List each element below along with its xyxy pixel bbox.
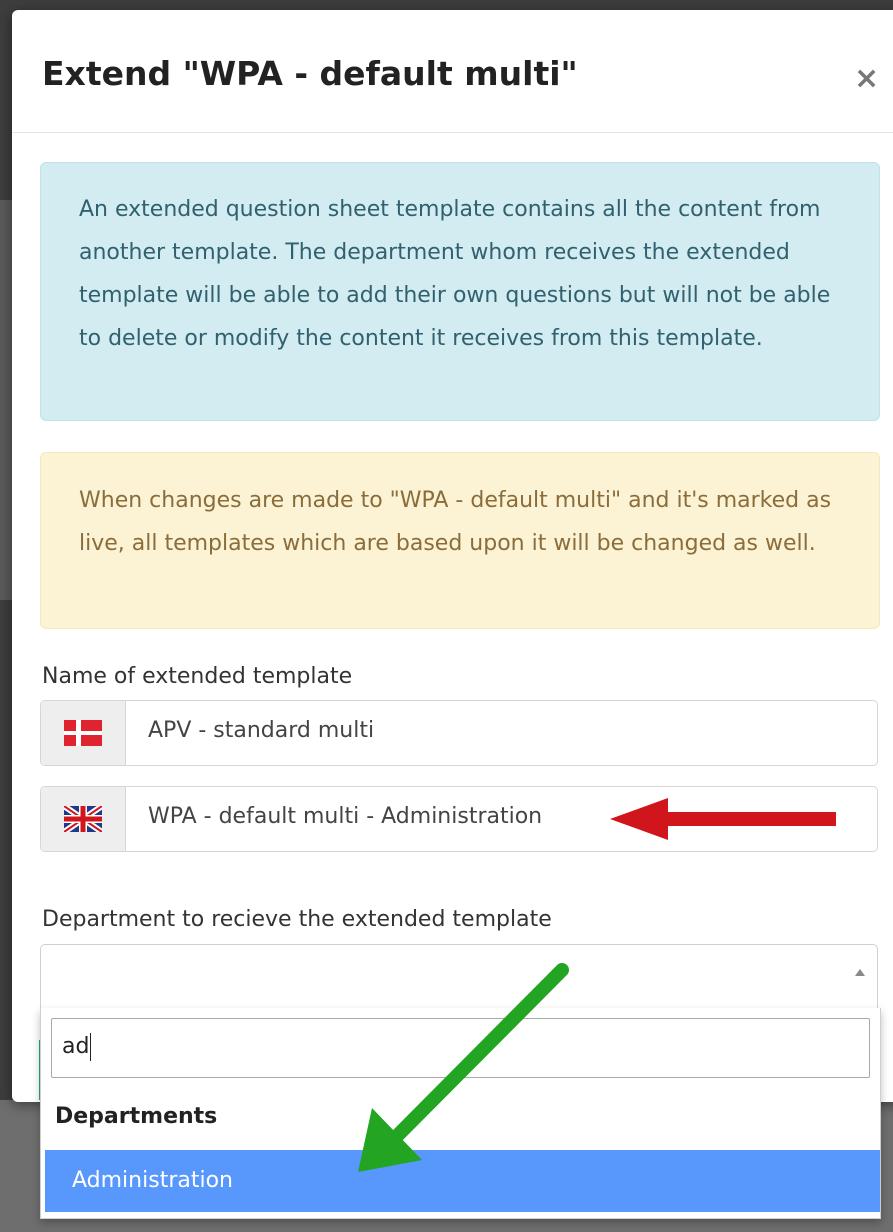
template-name-label: Name of extended template <box>42 664 353 689</box>
warning-alert: When changes are made to "WPA - default … <box>40 452 880 629</box>
template-name-input-english[interactable]: WPA - default multi - Administration <box>40 786 878 852</box>
info-alert-text: An extended question sheet template cont… <box>79 197 831 351</box>
warning-alert-text: When changes are made to "WPA - default … <box>79 488 832 556</box>
dropdown-option-label: Administration <box>72 1168 233 1193</box>
template-name-english-value[interactable]: WPA - default multi - Administration <box>148 804 542 829</box>
department-select[interactable] <box>40 944 878 1010</box>
close-button[interactable]: × <box>854 64 879 94</box>
uk-flag-icon <box>64 806 102 832</box>
modal-title: Extend "WPA - default multi" <box>42 54 578 93</box>
text-cursor <box>90 1033 91 1061</box>
danish-flag-icon <box>64 720 102 746</box>
uk-flag-addon <box>41 787 126 851</box>
dropdown-option-administration[interactable]: Administration <box>45 1150 880 1212</box>
dropdown-group-header: Departments <box>55 1104 218 1129</box>
extend-template-modal: Extend "WPA - default multi" × An extend… <box>12 10 893 1102</box>
department-search-input[interactable]: ad <box>51 1018 870 1078</box>
department-label: Department to recieve the extended templ… <box>42 907 552 932</box>
template-name-input-danish[interactable]: APV - standard multi <box>40 700 878 766</box>
danish-flag-addon <box>41 701 126 765</box>
modal-header: Extend "WPA - default multi" × <box>12 10 893 133</box>
caret-up-icon[interactable] <box>855 969 865 976</box>
info-alert: An extended question sheet template cont… <box>40 162 880 421</box>
template-name-danish-value[interactable]: APV - standard multi <box>148 718 374 743</box>
department-search-value[interactable]: ad <box>62 1034 89 1059</box>
department-dropdown: ad Departments Administration <box>40 1008 881 1219</box>
